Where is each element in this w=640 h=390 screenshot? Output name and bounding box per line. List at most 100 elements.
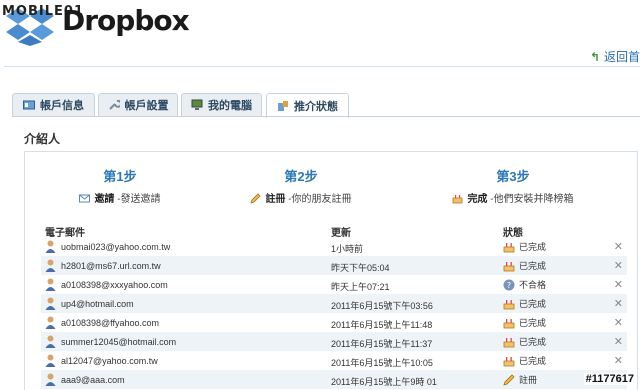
cake-icon: [503, 243, 515, 253]
tab-account-info[interactable]: 帳戶信息: [12, 93, 95, 116]
status-label: 註冊: [519, 375, 538, 385]
row-status: 已完成: [503, 335, 546, 348]
status-label: 已完成: [519, 242, 547, 252]
computer-icon: [191, 99, 203, 110]
row-email: aaa9@aaa.com: [61, 375, 125, 385]
tab-account-settings[interactable]: 帳戶設置: [98, 93, 178, 116]
status-label: 已完成: [519, 299, 547, 309]
row-email: h2801@ms67.url.com.tw: [61, 261, 161, 271]
row-email: summer12045@hotmail.com: [61, 337, 177, 347]
tab-label: 我的電腦: [208, 100, 252, 112]
back-link-label: 返回首: [603, 50, 640, 64]
step-3: 第3步 完成 -他們安裝并降榜箱: [443, 166, 583, 205]
tabs-divider: [12, 116, 640, 117]
step-desc: 邀請 -發送邀請: [65, 190, 175, 205]
row-email: a0108398@ffyahoo.com: [61, 318, 160, 328]
step-desc: 完成 -他們安裝并降榜箱: [443, 190, 583, 205]
table-header: 電子郵件 更新 狀態: [45, 224, 625, 239]
row-updated: 1小時前: [331, 244, 364, 254]
status-label: 已完成: [519, 356, 547, 366]
id-card-icon: [23, 100, 35, 110]
cake-icon: [503, 319, 515, 329]
table-row: up4@hotmail.com 2011年6月15號下午03:56 已完成 ✕: [41, 294, 627, 313]
pencil-icon: [503, 374, 515, 386]
svg-text:?: ?: [507, 281, 511, 290]
step-desc: 註冊 -你的朋友註冊: [237, 190, 365, 205]
row-updated: 昨天下午05:04: [331, 263, 390, 273]
step-action: 註冊: [265, 194, 286, 205]
step-text: -你的朋友註冊: [285, 194, 352, 205]
table-row: al12047@yahoo.com.tw 2011年6月15號上午10:05 已完成…: [41, 351, 627, 370]
wrench-icon: [108, 99, 120, 110]
referral-panel: 第1步 邀請 -發送邀請 第2步 註冊 -你的朋友註冊 第3步 完成 -他們安裝…: [24, 151, 638, 390]
tab-label: 帳戶設置: [124, 100, 169, 112]
step-title: 第3步: [496, 169, 530, 184]
tab-label: 帳戶信息: [40, 100, 84, 112]
delete-icon[interactable]: ✕: [614, 335, 623, 348]
brand-title: Dropbox: [62, 4, 190, 37]
table-row: aaa9@aaa.com2011年6月15號上午9時 01註冊✕: [41, 370, 627, 389]
cake-icon: [503, 338, 515, 348]
table-row: uobmai023@yahoo.com.tw 1小時前 已完成 ✕: [41, 237, 627, 256]
user-icon: [45, 297, 56, 310]
delete-icon[interactable]: ✕: [614, 297, 623, 310]
user-icon: [45, 335, 56, 348]
tab-referral-status[interactable]: 推介狀態: [266, 93, 349, 118]
step-title: 第2步: [284, 169, 318, 184]
tab-my-computers[interactable]: 我的電腦: [181, 93, 262, 116]
row-status: 已完成: [503, 297, 546, 310]
pencil-icon: [250, 193, 262, 204]
header: MOBILE01 Dropbox ↰ 返回首: [0, 0, 640, 66]
delete-icon[interactable]: ✕: [614, 354, 623, 367]
step-1: 第1步 邀請 -發送邀請: [65, 166, 175, 205]
tab-label: 推介狀態: [294, 101, 338, 113]
envelope-icon: [79, 194, 91, 203]
cake-icon: [503, 357, 515, 367]
step-title: 第1步: [103, 169, 137, 184]
status-label: 已完成: [519, 318, 547, 328]
user-icon: [45, 354, 56, 367]
delete-icon[interactable]: ✕: [614, 259, 623, 272]
referral-icon: [278, 101, 288, 111]
user-icon: [45, 373, 56, 386]
step-action: 邀請: [94, 194, 115, 205]
row-email: uobmai023@yahoo.com.tw: [61, 242, 171, 252]
status-label: 已完成: [519, 261, 547, 271]
step-text: -發送邀請: [114, 194, 161, 205]
row-updated: 2011年6月15號上午11:37: [331, 339, 433, 349]
status-label: 不合格: [519, 280, 547, 290]
delete-icon[interactable]: ✕: [614, 316, 623, 329]
user-icon: [45, 240, 56, 253]
question-icon: ?: [503, 279, 515, 291]
user-icon: [45, 278, 56, 291]
table-row: a0108398@xxxyahoo.com 昨天上午07:21? 不合格 ✕: [41, 275, 627, 294]
row-status: 已完成: [503, 240, 546, 253]
table-row: h2801@ms67.url.com.tw 昨天下午05:04 已完成 ✕: [41, 256, 627, 275]
row-updated: 2011年6月15號上午9時 01: [331, 377, 437, 387]
row-email: a0108398@xxxyahoo.com: [61, 280, 168, 290]
step-2: 第2步 註冊 -你的朋友註冊: [237, 166, 365, 205]
row-updated: 2011年6月15號上午10:05: [331, 358, 433, 368]
step-action: 完成: [467, 194, 488, 205]
row-updated: 昨天上午07:21: [331, 282, 390, 292]
section-title: 介紹人: [24, 132, 61, 146]
delete-icon[interactable]: ✕: [614, 240, 623, 253]
header-divider: [4, 66, 640, 67]
delete-icon[interactable]: ✕: [614, 278, 623, 291]
row-updated: 2011年6月15號上午11:48: [331, 320, 433, 330]
row-email: al12047@yahoo.com.tw: [61, 356, 158, 366]
row-status: 註冊: [503, 373, 537, 386]
row-email: up4@hotmail.com: [61, 299, 134, 309]
status-label: 已完成: [519, 337, 547, 347]
row-status: 已完成: [503, 316, 546, 329]
row-status: ? 不合格: [503, 278, 546, 291]
table-row: a0108398@ffyahoo.com 2011年6月15號上午11:48 已完成…: [41, 313, 627, 332]
user-icon: [45, 316, 56, 329]
back-link[interactable]: ↰ 返回首: [590, 48, 640, 65]
cake-icon: [503, 262, 515, 272]
user-icon: [45, 259, 56, 272]
watermark-bottom: #1177617: [583, 373, 636, 385]
row-updated: 2011年6月15號下午03:56: [331, 301, 433, 311]
row-status: 已完成: [503, 354, 546, 367]
table-row: summer12045@hotmail.com 2011年6月15號上午11:37…: [41, 332, 627, 351]
